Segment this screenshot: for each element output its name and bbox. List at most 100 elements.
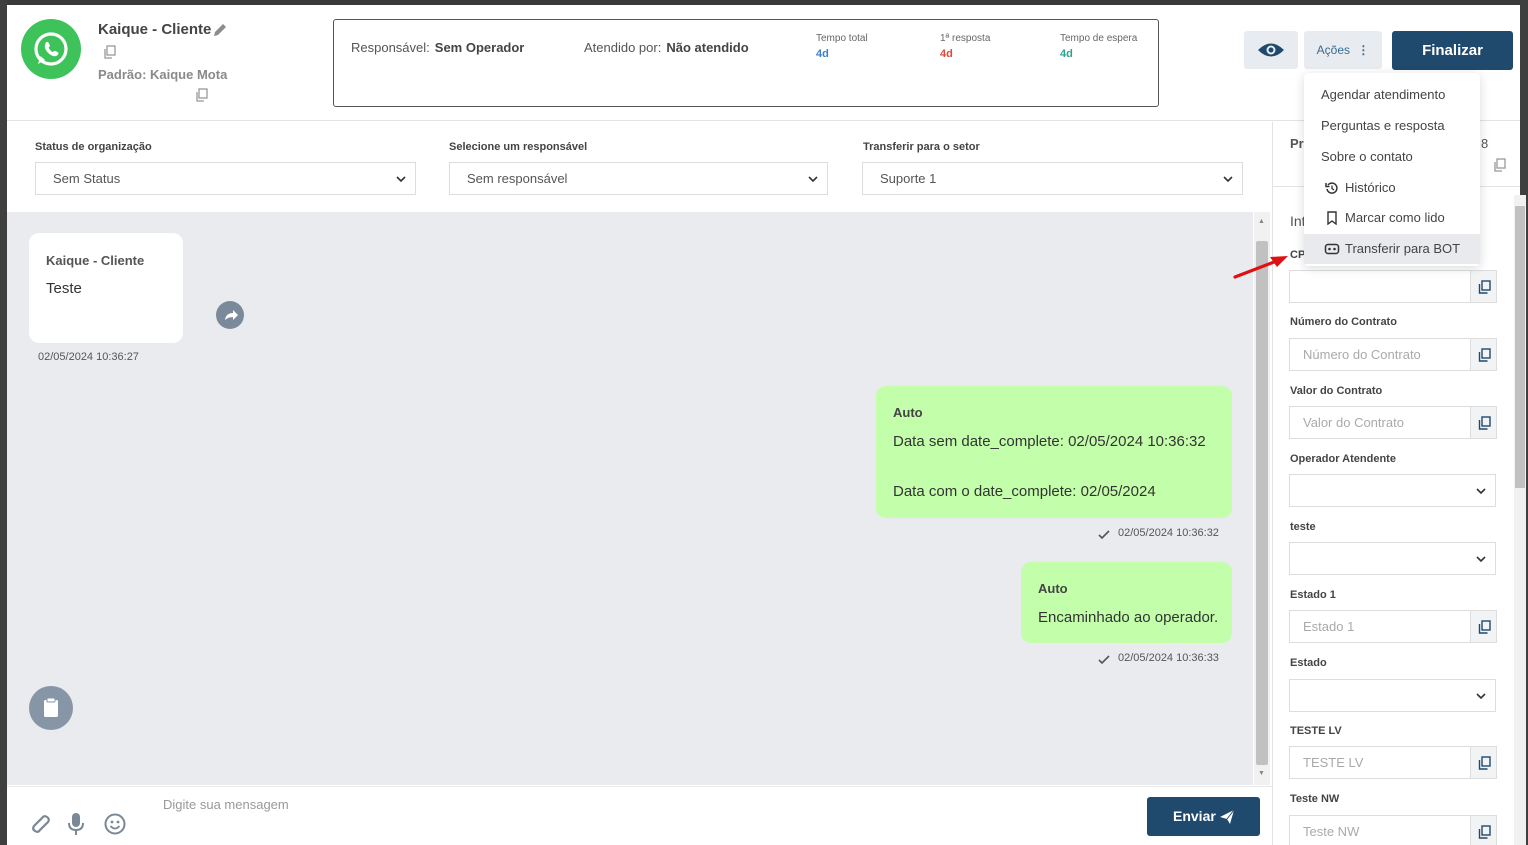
- contract-number-input[interactable]: Número do Contrato: [1289, 338, 1471, 371]
- attach-paperclip-icon[interactable]: [28, 813, 50, 835]
- copy-icon: [1478, 280, 1491, 294]
- copy-button[interactable]: [1470, 815, 1497, 845]
- message-timestamp: 02/05/2024 10:36:32: [1118, 527, 1219, 539]
- field-label: Estado 1: [1290, 589, 1336, 601]
- menu-item-perguntas[interactable]: Perguntas e resposta: [1304, 111, 1480, 141]
- emoji-smile-icon[interactable]: [104, 813, 126, 835]
- message-author: Auto: [893, 405, 923, 420]
- teste-nw-input[interactable]: Teste NW: [1289, 815, 1471, 845]
- checkmark-icon: [1098, 528, 1110, 540]
- finalizar-button[interactable]: Finalizar: [1392, 31, 1513, 70]
- background-left-edge: [0, 0, 7, 845]
- chevron-down-icon: [1476, 488, 1486, 495]
- field-label: Operador Atendente: [1290, 453, 1396, 465]
- teste-select[interactable]: [1289, 542, 1496, 575]
- copy-button[interactable]: [1470, 406, 1497, 439]
- history-icon: [1325, 182, 1338, 194]
- tempo-espera-label: Tempo de espera: [1060, 33, 1138, 44]
- estado1-input[interactable]: Estado 1: [1289, 610, 1471, 643]
- message-composer: [7, 786, 1272, 845]
- chat-scrollbar-thumb[interactable]: [1256, 241, 1268, 765]
- copy-button[interactable]: [1470, 270, 1497, 303]
- chevron-down-icon: [396, 176, 406, 183]
- message-author: Auto: [1038, 581, 1068, 596]
- tempo-total-value: 4d: [816, 48, 829, 60]
- eye-icon: [1258, 43, 1284, 57]
- contract-value-input[interactable]: Valor do Contrato: [1289, 406, 1471, 439]
- copy-button[interactable]: [1470, 610, 1497, 643]
- forward-button[interactable]: [216, 301, 244, 329]
- copy-button[interactable]: [1470, 338, 1497, 371]
- microphone-icon[interactable]: [66, 812, 86, 836]
- message-text-line: Data com o date_complete: 02/05/2024: [893, 483, 1156, 500]
- copy-button[interactable]: [1470, 746, 1497, 779]
- default-operator-text: Padrão: Kaique Mota: [98, 67, 228, 82]
- responsavel-select[interactable]: Sem responsável: [449, 162, 828, 195]
- view-button[interactable]: [1244, 31, 1298, 69]
- menu-item-agendar[interactable]: Agendar atendimento: [1304, 80, 1480, 110]
- whatsapp-logo-icon: [21, 19, 81, 79]
- panel-number-partial: 8: [1481, 136, 1489, 151]
- annotation-arrow-icon: [1232, 250, 1292, 280]
- menu-item-sobre-contato[interactable]: Sobre o contato: [1304, 142, 1480, 172]
- copy-icon: [1478, 825, 1491, 839]
- actions-dropdown-button[interactable]: Ações ⋮: [1304, 31, 1382, 69]
- responsavel-info: Responsável: Sem Operador: [351, 40, 525, 55]
- send-button[interactable]: Enviar: [1147, 797, 1260, 836]
- copy-icon[interactable]: [103, 45, 117, 59]
- menu-item-transferir-bot[interactable]: Transferir para BOT: [1304, 234, 1480, 264]
- message-text-line: Data sem date_complete: 02/05/2024 10:36…: [893, 433, 1206, 450]
- estado-select[interactable]: [1289, 679, 1496, 712]
- primeira-resposta-value: 4d: [940, 48, 953, 60]
- field-label: Estado: [1290, 657, 1327, 669]
- copy-icon[interactable]: [195, 88, 209, 102]
- paper-plane-icon: [1220, 809, 1235, 824]
- message-timestamp: 02/05/2024 10:36:27: [38, 351, 139, 363]
- attendance-info-box: [333, 19, 1159, 107]
- bookmark-icon: [1327, 211, 1337, 225]
- message-text: Teste: [46, 280, 82, 297]
- robot-icon: [1324, 243, 1340, 255]
- actions-menu: Agendar atendimento Perguntas e resposta…: [1304, 73, 1480, 266]
- edit-pencil-icon[interactable]: [212, 22, 228, 38]
- message-author: Kaique - Cliente: [46, 253, 145, 268]
- responsavel-filter-label: Selecione um responsável: [449, 141, 588, 153]
- share-arrow-icon: [225, 310, 238, 320]
- field-label: teste: [1290, 521, 1316, 533]
- cpf-input[interactable]: [1289, 270, 1471, 303]
- chevron-down-icon: [1223, 176, 1233, 183]
- contact-name: Kaique - Cliente: [98, 21, 212, 38]
- setor-select[interactable]: Suporte 1: [862, 162, 1243, 195]
- copy-icon: [1478, 756, 1491, 770]
- status-filter-label: Status de organização: [35, 141, 152, 153]
- checkmark-icon: [1098, 653, 1110, 665]
- menu-item-marcar-lido[interactable]: Marcar como lido: [1304, 203, 1480, 233]
- field-label: Teste NW: [1290, 793, 1340, 805]
- teste-lv-input[interactable]: TESTE LV: [1289, 746, 1471, 779]
- setor-filter-label: Transferir para o setor: [863, 141, 980, 153]
- cpf-label-partial: CP: [1290, 249, 1306, 261]
- panel-scrollbar-thumb[interactable]: [1515, 206, 1525, 488]
- message-input[interactable]: Digite sua mensagem: [163, 797, 289, 812]
- menu-item-historico[interactable]: Histórico: [1304, 173, 1480, 203]
- chevron-down-icon: [1476, 693, 1486, 700]
- message-bubble-outgoing: Auto Data sem date_complete: 02/05/2024 …: [876, 386, 1232, 518]
- copy-icon: [1478, 416, 1491, 430]
- message-timestamp: 02/05/2024 10:36:33: [1118, 652, 1219, 664]
- atendido-info: Atendido por: Não atendido: [584, 40, 749, 55]
- field-label: Valor do Contrato: [1290, 385, 1383, 397]
- message-bubble-incoming: Kaique - Cliente Teste: [29, 233, 183, 343]
- chevron-down-icon: [808, 176, 818, 183]
- field-label: TESTE LV: [1290, 725, 1342, 737]
- operador-select[interactable]: [1289, 474, 1496, 507]
- tempo-total-label: Tempo total: [816, 33, 868, 44]
- status-select[interactable]: Sem Status: [35, 162, 416, 195]
- copy-icon: [1478, 348, 1491, 362]
- panel-title-partial: Pr: [1290, 136, 1304, 151]
- copy-icon[interactable]: [1493, 158, 1507, 172]
- clipboard-button[interactable]: [29, 686, 73, 730]
- chevron-down-icon: [1476, 556, 1486, 563]
- vertical-dots-icon: ⋮: [1357, 43, 1370, 57]
- copy-icon: [1478, 620, 1491, 634]
- clipboard-icon: [44, 697, 58, 717]
